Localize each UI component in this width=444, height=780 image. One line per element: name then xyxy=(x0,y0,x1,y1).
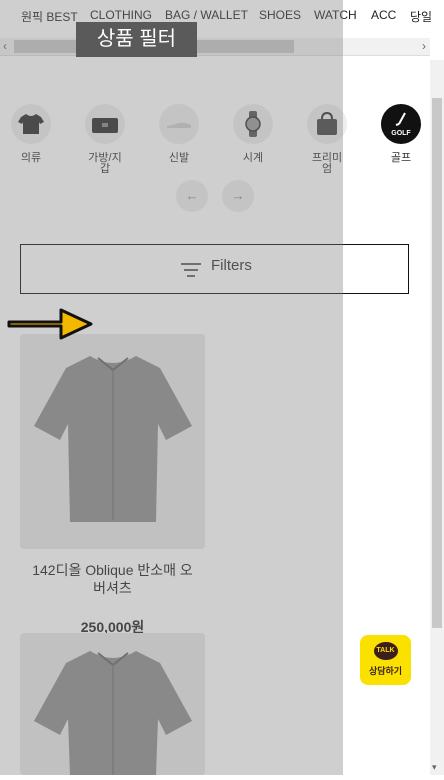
filter-overlay xyxy=(0,0,343,775)
kakaotalk-chat-button[interactable]: TALK 상담하기 xyxy=(360,635,411,685)
talk-label: 상담하기 xyxy=(368,666,403,676)
nav-item-acc[interactable]: ACC xyxy=(371,8,396,22)
golf-icon: GOLF xyxy=(381,104,421,144)
scroll-down-icon[interactable]: ▾ xyxy=(432,762,437,773)
filter-panel-title: 상품 필터 xyxy=(76,22,197,57)
vertical-scrollbar-thumb[interactable] xyxy=(432,98,442,628)
scroll-right-icon[interactable]: › xyxy=(422,39,426,53)
talk-bubble-icon: TALK xyxy=(373,642,398,660)
nav-item-sameday[interactable]: 당일 xyxy=(410,8,432,25)
vertical-scrollbar[interactable]: ▾ xyxy=(430,60,444,775)
arrow-right-icon xyxy=(7,308,93,340)
category-golf[interactable]: GOLF 골프 xyxy=(376,104,426,164)
category-label: 골프 xyxy=(390,152,412,164)
golf-badge-text: GOLF xyxy=(391,130,411,137)
